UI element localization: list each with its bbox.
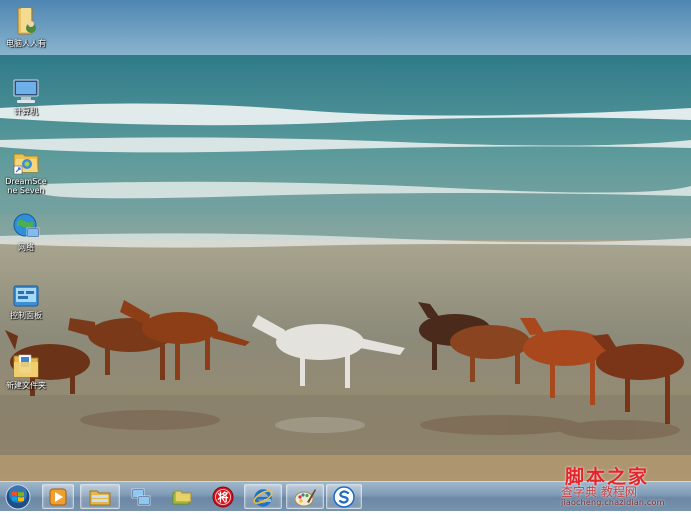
- desktop-icon-user-files[interactable]: 电脑人人有: [3, 6, 49, 48]
- file-explorer-icon: [89, 490, 111, 505]
- start-button[interactable]: [5, 484, 31, 514]
- taskbar-button-sogou[interactable]: [326, 484, 362, 509]
- computer-icon: [13, 79, 39, 103]
- desktop-icon-dreamscene[interactable]: DreamScene Seven: [3, 146, 49, 195]
- taskbar-button-explorer[interactable]: [80, 484, 120, 509]
- shortcut-folder-icon: [13, 153, 39, 175]
- wallpaper-horses-on-beach: [0, 0, 691, 481]
- folders-icon: [172, 490, 192, 504]
- taskbar-button-network[interactable]: [124, 484, 158, 509]
- desktop-icon-new-folder[interactable]: 新建文件夹: [3, 350, 49, 390]
- taskbar-button-media-player[interactable]: [42, 484, 74, 509]
- control-panel-icon: [13, 285, 39, 307]
- desktop: 电脑人人有 计算机 DreamScene Seven 网络 控制面板 新建文件夹: [0, 0, 691, 481]
- desktop-icon-computer[interactable]: 计算机: [3, 78, 49, 116]
- desktop-icon-label: 新建文件夹: [6, 381, 46, 390]
- desktop-icon-label: 控制面板: [10, 311, 42, 320]
- internet-explorer-icon: [253, 488, 273, 507]
- desktop-icon-label: 网络: [18, 243, 34, 252]
- user-folder-icon: [17, 7, 36, 35]
- folder-icon: [13, 354, 39, 378]
- network-computer-icon: [131, 488, 151, 505]
- network-icon: [13, 213, 40, 238]
- watermark-url: jiaocheng.chazidian.com: [561, 498, 665, 507]
- taskbar-button-paint[interactable]: [286, 484, 324, 509]
- sogou-icon: [333, 485, 355, 508]
- paint-icon: [294, 488, 316, 506]
- desktop-icon-label: DreamScene Seven: [5, 177, 47, 195]
- taskbar-button-chess[interactable]: 将: [204, 484, 242, 509]
- desktop-icon-label: 电脑人人有: [6, 39, 46, 48]
- watermark: 脚本之家 查字典 教程网 jiaocheng.chazidian.com: [561, 462, 691, 511]
- taskbar-button-internet-explorer[interactable]: [244, 484, 282, 509]
- desktop-icon-label: 计算机: [14, 107, 38, 116]
- windows-orb-icon: [5, 484, 31, 510]
- taskbar-button-folders[interactable]: [164, 484, 198, 509]
- desktop-icon-control-panel[interactable]: 控制面板: [3, 284, 49, 320]
- chess-piece-glyph: 将: [218, 490, 229, 504]
- chess-app-icon: 将: [212, 486, 234, 507]
- desktop-icon-network[interactable]: 网络: [3, 212, 49, 252]
- media-player-icon: [49, 488, 67, 505]
